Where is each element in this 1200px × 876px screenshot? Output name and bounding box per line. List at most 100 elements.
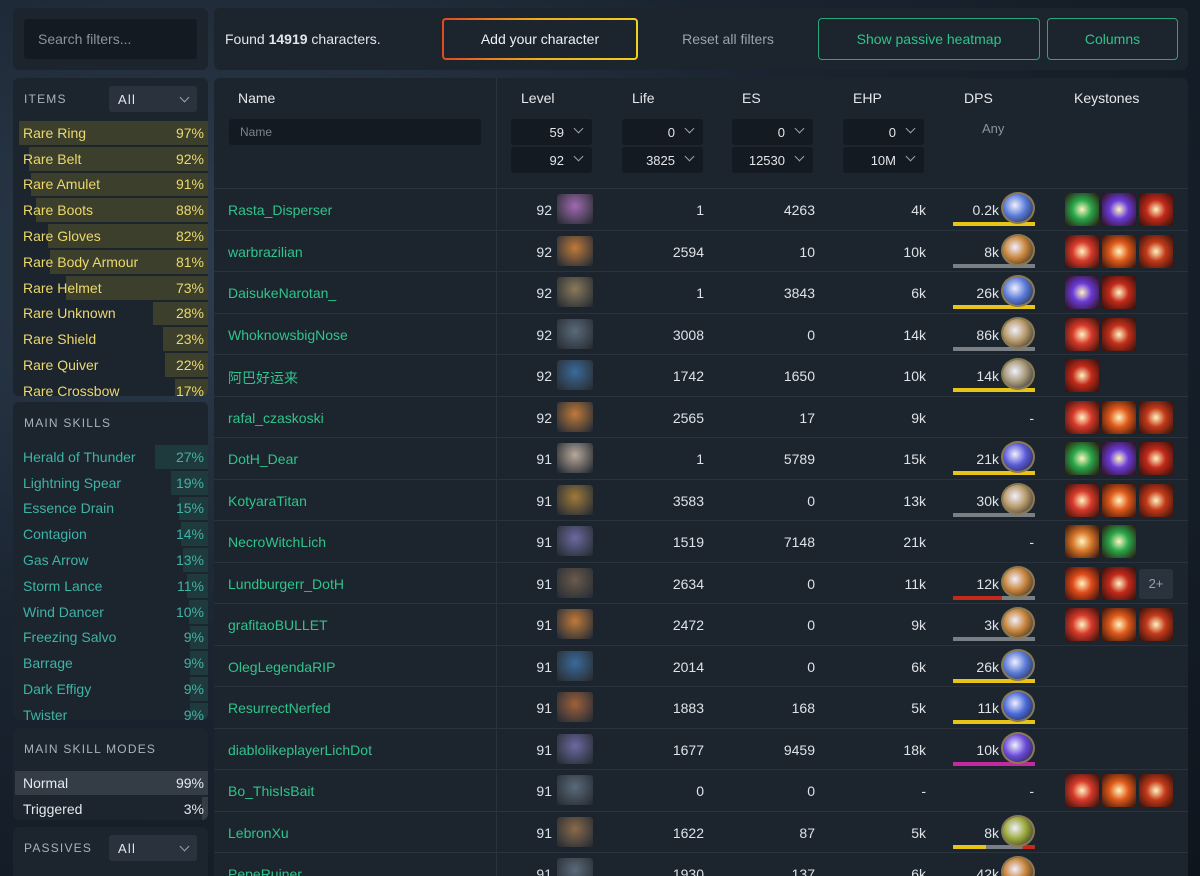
keystone-icon[interactable] xyxy=(1102,774,1136,807)
header-name[interactable]: Name xyxy=(238,90,275,106)
keystone-icon[interactable] xyxy=(1139,608,1173,641)
keystone-icon[interactable] xyxy=(1065,400,1099,434)
keystone-icon[interactable] xyxy=(1102,483,1136,517)
character-name-link[interactable]: NecroWitchLich xyxy=(228,534,326,550)
keystone-icon[interactable] xyxy=(1065,442,1099,475)
character-name-link[interactable]: warbrazilian xyxy=(228,244,303,260)
list-item[interactable]: Rare Unknown 28% xyxy=(13,301,208,327)
character-name-link[interactable]: Rasta_Disperser xyxy=(228,202,332,218)
keystone-icon[interactable] xyxy=(1065,566,1099,600)
life-min-select[interactable]: 0 xyxy=(622,119,703,145)
keystone-icon[interactable] xyxy=(1065,608,1099,641)
list-item[interactable]: Rare Shield 23% xyxy=(13,326,208,352)
character-name-link[interactable]: Lundburgerr_DotH xyxy=(228,576,344,592)
keystone-icon[interactable] xyxy=(1102,234,1136,268)
character-name-link[interactable]: DaisukeNarotan_ xyxy=(228,285,336,301)
character-name-link[interactable]: KotyaraTitan xyxy=(228,493,307,509)
list-item[interactable]: Storm Lance 11% xyxy=(13,573,208,599)
keystone-icon[interactable] xyxy=(1065,234,1099,268)
life-cell: 3583 xyxy=(672,492,704,509)
header-dps[interactable]: DPS xyxy=(964,90,993,106)
keystone-icon[interactable] xyxy=(1065,525,1099,558)
keystone-icon[interactable] xyxy=(1065,276,1099,309)
dps-filter[interactable]: Any xyxy=(982,121,1004,136)
keystone-icon[interactable] xyxy=(1102,525,1136,558)
keystone-icon[interactable] xyxy=(1102,317,1136,351)
list-item[interactable]: Freezing Salvo 9% xyxy=(13,625,208,651)
add-character-button[interactable]: Add your character xyxy=(442,18,638,60)
level-min-select[interactable]: 59 xyxy=(511,119,592,145)
list-item[interactable]: Normal 99% xyxy=(13,770,208,796)
keystone-icon[interactable] xyxy=(1102,566,1136,600)
list-item[interactable]: Wind Dancer 10% xyxy=(13,599,208,625)
character-name-link[interactable]: Bo_ThisIsBait xyxy=(228,783,314,799)
keystone-icon[interactable] xyxy=(1065,483,1099,517)
list-item[interactable]: Dark Effigy 9% xyxy=(13,676,208,702)
list-item-label: Rare Quiver xyxy=(23,357,99,374)
list-item[interactable]: Barrage 9% xyxy=(13,650,208,676)
list-item[interactable]: Rare Amulet 91% xyxy=(13,172,208,198)
character-name-link[interactable]: grafitaoBULLET xyxy=(228,617,328,633)
keystone-icon[interactable] xyxy=(1065,774,1099,807)
es-max-select[interactable]: 12530 xyxy=(732,147,813,173)
keystone-icon[interactable] xyxy=(1139,442,1173,475)
columns-button[interactable]: Columns xyxy=(1047,18,1178,60)
keystone-icon[interactable] xyxy=(1139,234,1173,268)
list-item[interactable]: Rare Belt 92% xyxy=(13,146,208,172)
list-item[interactable]: Rare Quiver 22% xyxy=(13,352,208,378)
keystone-icon[interactable] xyxy=(1102,442,1136,475)
ehp-min-select[interactable]: 0 xyxy=(843,119,924,145)
list-item[interactable]: Twister 9% xyxy=(13,702,208,720)
list-item[interactable]: Rare Helmet 73% xyxy=(13,275,208,301)
character-name-link[interactable]: ResurrectNerfed xyxy=(228,700,331,716)
reset-filters-button[interactable]: Reset all filters xyxy=(654,18,802,60)
keystone-icon[interactable] xyxy=(1102,276,1136,309)
items-select[interactable]: All xyxy=(109,86,197,112)
character-name-link[interactable]: 阿巴好运来 xyxy=(228,368,298,388)
character-name-link[interactable]: PepeRuiner xyxy=(228,866,302,876)
list-item[interactable]: Rare Boots 88% xyxy=(13,197,208,223)
passives-select[interactable]: All xyxy=(109,835,197,861)
keystone-icon[interactable] xyxy=(1102,400,1136,434)
character-name-link[interactable]: OlegLegendaRIP xyxy=(228,659,335,675)
keystone-icon[interactable] xyxy=(1065,193,1099,226)
keystone-icon[interactable] xyxy=(1139,193,1173,226)
character-name-link[interactable]: DotH_Dear xyxy=(228,451,298,467)
list-item[interactable]: Rare Body Armour 81% xyxy=(13,249,208,275)
list-item[interactable]: Herald of Thunder 27% xyxy=(13,444,208,470)
es-cell: 5789 xyxy=(783,451,815,467)
header-life[interactable]: Life xyxy=(632,90,655,106)
list-item[interactable]: Triggered 3% xyxy=(13,796,208,820)
character-name-link[interactable]: diablolikeplayerLichDot xyxy=(228,742,372,758)
keystone-icon[interactable] xyxy=(1139,774,1173,807)
name-filter-input[interactable] xyxy=(229,119,481,145)
keystone-icon[interactable] xyxy=(1139,483,1173,517)
character-name-link[interactable]: LebronXu xyxy=(228,825,289,841)
character-name-link[interactable]: WhoknowsbigNose xyxy=(228,327,348,343)
keystone-icon[interactable] xyxy=(1065,359,1099,392)
list-item[interactable]: Contagion 14% xyxy=(13,521,208,547)
ehp-max-select[interactable]: 10M xyxy=(843,147,924,173)
header-ehp[interactable]: EHP xyxy=(853,90,882,106)
passive-heatmap-button[interactable]: Show passive heatmap xyxy=(818,18,1040,60)
header-level[interactable]: Level xyxy=(521,90,554,106)
list-item[interactable]: Rare Crossbow 17% xyxy=(13,378,208,396)
list-item[interactable]: Gas Arrow 13% xyxy=(13,547,208,573)
list-item-label: Contagion xyxy=(23,526,87,543)
character-name-link[interactable]: rafal_czaskoski xyxy=(228,410,324,426)
keystone-icon[interactable] xyxy=(1102,608,1136,641)
list-item[interactable]: Essence Drain 15% xyxy=(13,496,208,522)
list-item[interactable]: Rare Ring 97% xyxy=(13,120,208,146)
level-max-select[interactable]: 92 xyxy=(511,147,592,173)
list-item[interactable]: Rare Gloves 82% xyxy=(13,223,208,249)
es-min-select[interactable]: 0 xyxy=(732,119,813,145)
keystone-icon[interactable] xyxy=(1102,193,1136,226)
more-keystones-badge[interactable]: 2+ xyxy=(1139,568,1173,599)
life-max-select[interactable]: 3825 xyxy=(622,147,703,173)
header-es[interactable]: ES xyxy=(742,90,761,106)
table-row: 阿巴好运来 92 1742 1650 10k 14k xyxy=(214,354,1188,396)
keystone-icon[interactable] xyxy=(1065,317,1099,351)
keystone-icon[interactable] xyxy=(1139,400,1173,434)
list-item[interactable]: Lightning Spear 19% xyxy=(13,470,208,496)
search-filters-input[interactable] xyxy=(24,19,197,59)
